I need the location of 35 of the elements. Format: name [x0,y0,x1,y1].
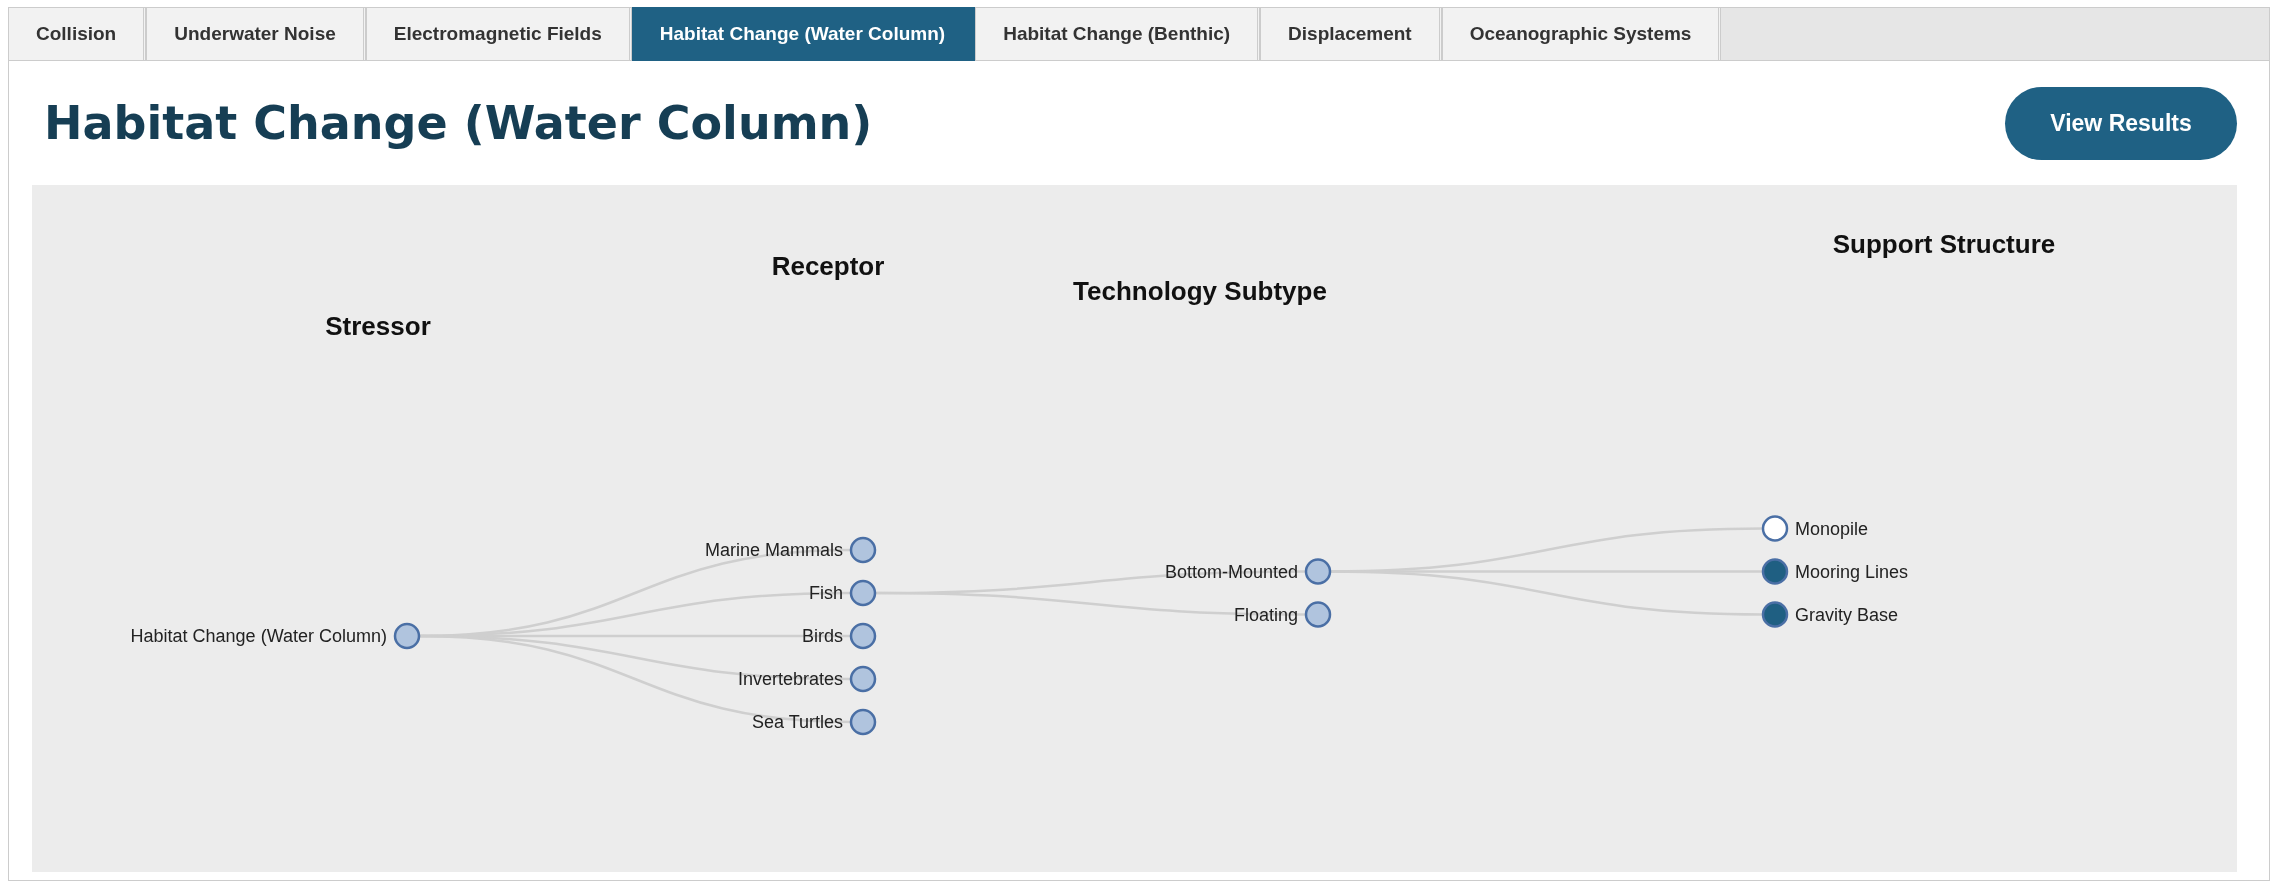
tab[interactable]: Collision [8,7,147,61]
tab[interactable]: Underwater Noise [146,7,366,61]
level-heading: Support Structure [1832,229,2056,259]
node-label: Marine Mammals [704,540,843,560]
tree-node[interactable] [849,579,877,607]
page-title: Habitat Change (Water Column) [44,96,873,150]
node-label: Habitat Change (Water Column) [130,626,387,646]
tree-node[interactable] [1304,558,1332,585]
node-label: Sea Turtles [751,712,843,732]
tab[interactable]: Electromagnetic Fields [365,7,632,61]
tree-node[interactable] [1304,601,1332,628]
view-results-button[interactable]: View Results [2005,86,2237,160]
node-label: Mooring Lines [1795,561,1909,582]
tree-node[interactable] [393,622,421,650]
tab[interactable]: Habitat Change (Benthic) [975,7,1261,61]
tab[interactable]: Displacement [1260,7,1442,61]
tree-node[interactable] [1761,515,1789,542]
node-label: Fish [809,583,843,603]
node-label: Gravity Base [1795,604,1899,625]
tree-node[interactable] [1761,601,1789,628]
node-label: Floating [1233,604,1298,625]
tab[interactable]: Habitat Change (Water Column) [631,7,976,61]
node-label: Birds [802,626,843,646]
tree-node[interactable] [849,708,877,736]
node-label: Monopile [1795,518,1869,539]
tree-node[interactable] [849,536,877,564]
level-heading: Technology Subtype [1073,276,1327,306]
tree-node[interactable] [1761,558,1789,585]
tree-node[interactable] [849,665,877,693]
tab[interactable]: Oceanographic Systems [1441,7,1722,61]
tree-node[interactable] [849,622,877,650]
node-label: Bottom-Mounted [1164,561,1298,582]
level-heading: Receptor [771,251,885,281]
level-heading: Stressor [325,311,431,341]
node-label: Invertebrates [737,669,843,689]
